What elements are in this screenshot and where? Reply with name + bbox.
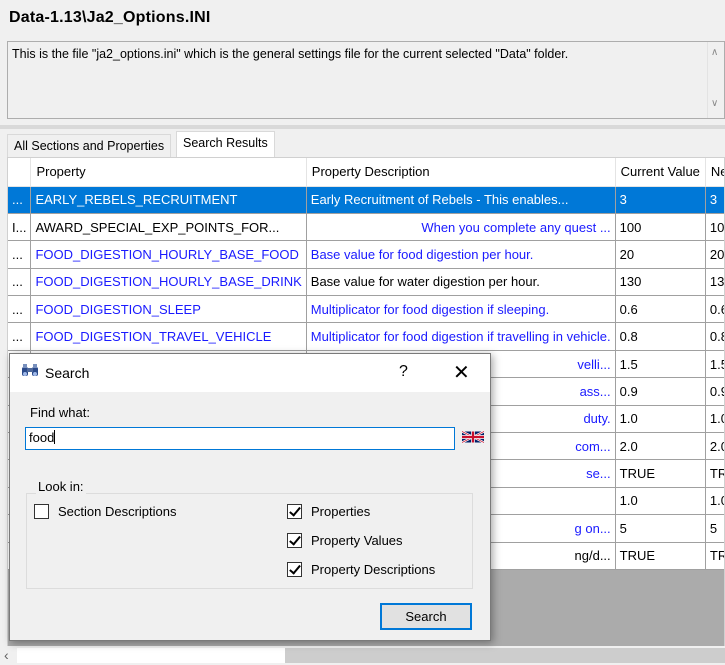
file-title: Data-1.13\Ja2_Options.INI	[9, 9, 211, 26]
look-in-label: Look in:	[36, 479, 86, 494]
checkbox-unchecked-icon[interactable]	[34, 504, 49, 519]
section-descriptions-checkbox[interactable]: Section Descriptions	[34, 504, 177, 519]
horizontal-scrollbar[interactable]: ‹	[0, 646, 725, 665]
row-new-value[interactable]: 0.6	[705, 295, 724, 324]
table-row[interactable]: I... AWARD_SPECIAL_EXP_POINTS_FOR... Whe…	[8, 213, 724, 242]
scroll-down-icon[interactable]: ∨	[711, 98, 718, 109]
row-current-value[interactable]: TRUE	[615, 542, 706, 570]
row-current-value[interactable]: TRUE	[615, 459, 706, 488]
row-current-value[interactable]: 100	[615, 213, 706, 242]
tab-search-results[interactable]: Search Results	[176, 131, 275, 157]
table-row[interactable]: ... FOOD_DIGESTION_TRAVEL_VEHICLE Multip…	[8, 322, 724, 351]
find-what-value: food	[29, 430, 55, 445]
close-button[interactable]: ✕	[453, 360, 470, 385]
find-what-label: Find what:	[30, 405, 90, 420]
row-description[interactable]: When you complete any quest ...	[306, 213, 616, 242]
row-current-value[interactable]: 1.5	[615, 350, 706, 379]
column-header-new-value[interactable]: New Value	[705, 158, 724, 187]
table-row[interactable]: ... FOOD_DIGESTION_HOURLY_BASE_FOOD Base…	[8, 240, 724, 269]
row-property[interactable]: EARLY_REBELS_RECRUITMENT	[30, 186, 307, 214]
row-new-value[interactable]: 130	[705, 268, 724, 297]
row-description[interactable]: Base value for water digestion per hour.	[306, 268, 616, 297]
file-description-box[interactable]: This is the file "ja2_options.ini" which…	[7, 41, 725, 119]
checkbox-checked-icon[interactable]	[287, 504, 302, 519]
tab-all-sections[interactable]: All Sections and Properties	[7, 134, 172, 158]
row-new-value[interactable]: 5	[705, 514, 724, 543]
column-header-description[interactable]: Property Description	[306, 158, 616, 187]
row-current-value[interactable]: 1.0	[615, 405, 706, 434]
scroll-up-icon[interactable]: ∧	[711, 47, 718, 58]
row-section[interactable]: ...	[8, 268, 32, 297]
scrollbar-thumb[interactable]	[17, 648, 285, 663]
table-row[interactable]: ... FOOD_DIGESTION_HOURLY_BASE_DRINK Bas…	[8, 268, 724, 297]
row-new-value[interactable]: TRUE	[705, 542, 724, 570]
language-flag-icon[interactable]	[462, 430, 484, 444]
row-section[interactable]: I...	[8, 213, 32, 242]
column-header-section[interactable]	[8, 158, 32, 187]
row-description[interactable]: Base value for food digestion per hour.	[306, 240, 616, 269]
table-header: Property Property Description Current Va…	[8, 158, 724, 187]
row-current-value[interactable]: 0.9	[615, 377, 706, 406]
row-new-value[interactable]: 1.0	[705, 487, 724, 516]
row-current-value[interactable]: 5	[615, 514, 706, 543]
property-values-checkbox[interactable]: Property Values	[287, 533, 403, 548]
column-header-property[interactable]: Property	[30, 158, 307, 187]
row-new-value[interactable]: 0.8	[705, 322, 724, 351]
row-description[interactable]: Multiplicator for food digestion if slee…	[306, 295, 616, 324]
row-current-value[interactable]: 20	[615, 240, 706, 269]
row-current-value[interactable]: 130	[615, 268, 706, 297]
row-property[interactable]: FOOD_DIGESTION_HOURLY_BASE_DRINK	[30, 268, 307, 297]
row-property[interactable]: FOOD_DIGESTION_HOURLY_BASE_FOOD	[30, 240, 307, 269]
row-current-value[interactable]: 0.6	[615, 295, 706, 324]
text-caret	[54, 430, 56, 444]
checkbox-label: Properties	[311, 504, 371, 519]
row-current-value[interactable]: 2.0	[615, 432, 706, 461]
table-row[interactable]: ... FOOD_DIGESTION_SLEEP Multiplicator f…	[8, 295, 724, 324]
find-what-input[interactable]: food	[25, 427, 455, 450]
search-button[interactable]: Search	[380, 603, 472, 630]
dialog-titlebar[interactable]: Search ? ✕	[10, 354, 490, 392]
row-property[interactable]: FOOD_DIGESTION_SLEEP	[30, 295, 307, 324]
search-dialog: Search ? ✕ Find what: food Look in: Sect…	[9, 353, 491, 641]
scrollbar-track[interactable]	[285, 648, 725, 663]
description-scrollbar[interactable]: ∧ ∨	[707, 42, 724, 118]
checkbox-label: Property Values	[311, 533, 403, 548]
row-section[interactable]: ...	[8, 240, 32, 269]
row-description[interactable]: Early Recruitment of Rebels - This enabl…	[306, 186, 616, 214]
row-new-value[interactable]: 0.9	[705, 377, 724, 406]
scroll-left-icon[interactable]: ‹	[4, 647, 9, 663]
row-current-value[interactable]: 0.8	[615, 322, 706, 351]
property-descriptions-checkbox[interactable]: Property Descriptions	[287, 562, 435, 577]
file-description: This is the file "ja2_options.ini" which…	[12, 47, 569, 61]
row-new-value[interactable]: 100	[705, 213, 724, 242]
checkbox-label: Section Descriptions	[58, 504, 177, 519]
column-header-current-value[interactable]: Current Value	[615, 158, 706, 187]
row-section[interactable]: ...	[8, 295, 32, 324]
checkbox-checked-icon[interactable]	[287, 533, 302, 548]
row-current-value[interactable]: 3	[615, 186, 706, 214]
checkbox-checked-icon[interactable]	[287, 562, 302, 577]
row-property[interactable]: FOOD_DIGESTION_TRAVEL_VEHICLE	[30, 322, 307, 351]
row-current-value[interactable]: 1.0	[615, 487, 706, 516]
row-section[interactable]: ...	[8, 322, 32, 351]
row-description[interactable]: Multiplicator for food digestion if trav…	[306, 322, 616, 351]
row-new-value[interactable]: 1.0	[705, 405, 724, 434]
row-new-value[interactable]: 2.0	[705, 432, 724, 461]
panel-splitter[interactable]	[0, 125, 725, 129]
table-row[interactable]: ... EARLY_REBELS_RECRUITMENT Early Recru…	[8, 186, 724, 214]
row-new-value[interactable]: 20	[705, 240, 724, 269]
row-new-value[interactable]: 1.5	[705, 350, 724, 379]
help-button[interactable]: ?	[399, 363, 408, 381]
checkbox-label: Property Descriptions	[311, 562, 436, 577]
row-new-value[interactable]: 3	[705, 186, 724, 214]
dialog-title: Search	[45, 365, 90, 381]
row-section[interactable]: ...	[8, 186, 32, 214]
row-new-value[interactable]: TRUE	[705, 459, 724, 488]
properties-checkbox[interactable]: Properties	[287, 504, 370, 519]
binoculars-icon	[21, 363, 39, 383]
row-property[interactable]: AWARD_SPECIAL_EXP_POINTS_FOR...	[30, 213, 307, 242]
